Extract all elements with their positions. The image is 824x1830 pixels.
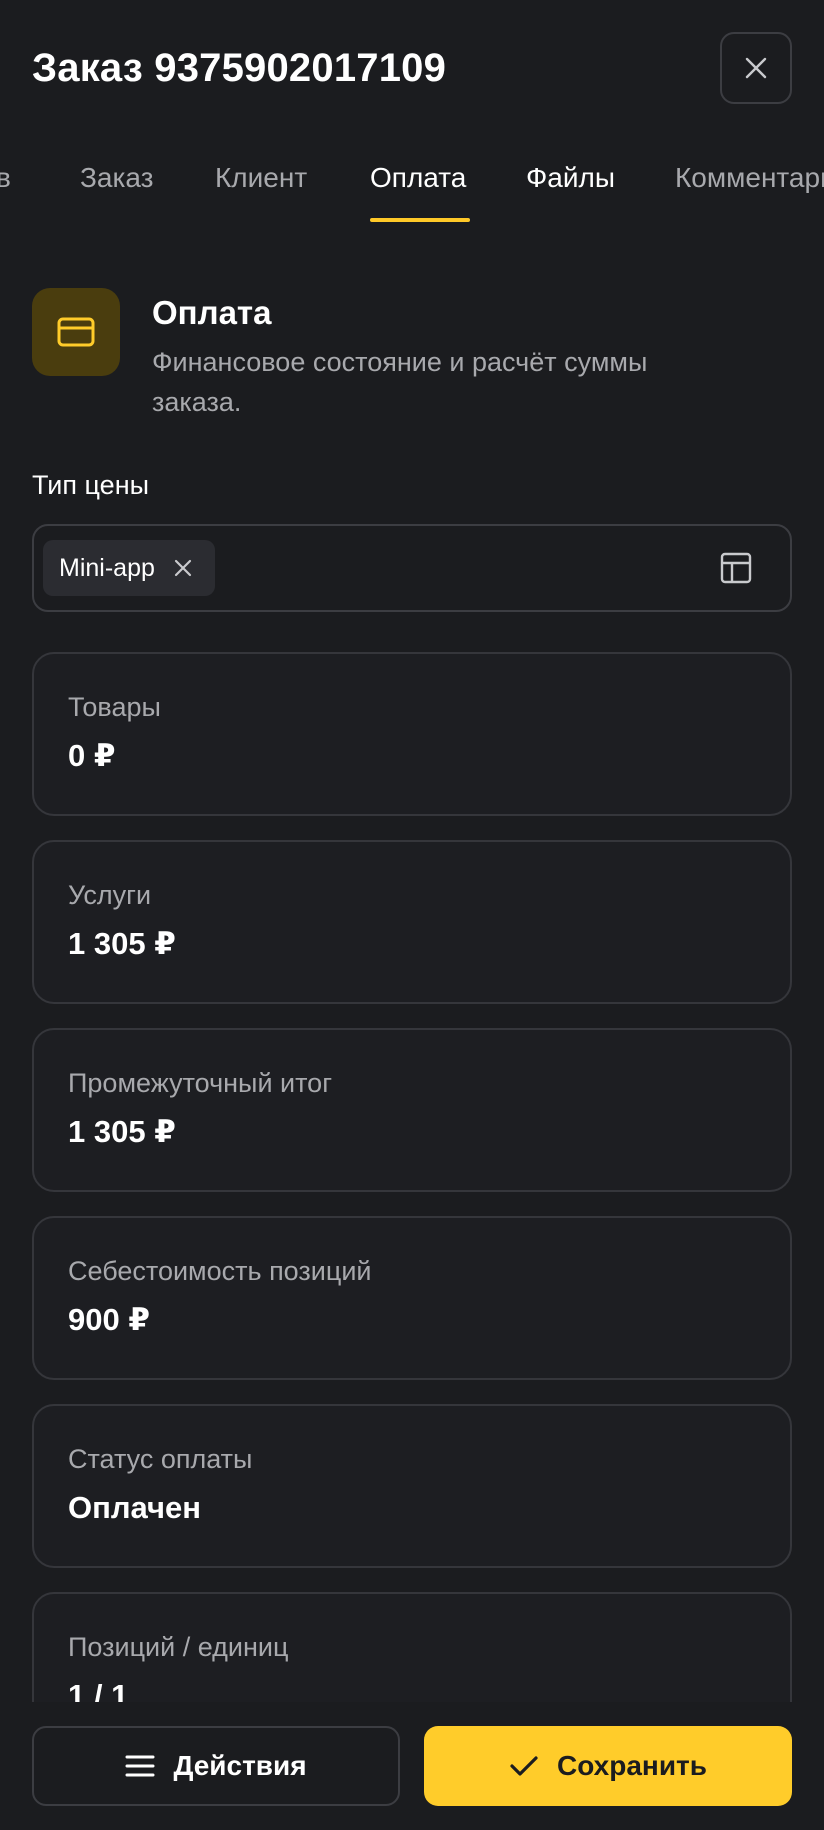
card-value: 1 305 ₽	[68, 1114, 176, 1149]
summary-card-subtotal: Промежуточный итог 1 305 ₽	[32, 1028, 792, 1192]
price-type-select[interactable]: Mini-app	[32, 524, 792, 612]
summary-card-services: Услуги 1 305 ₽	[32, 840, 792, 1004]
tab-partial[interactable]: в	[0, 162, 11, 194]
close-button[interactable]	[720, 32, 792, 104]
section-text: Оплата Финансовое состояние и расчёт сум…	[152, 288, 712, 422]
price-type-label: Тип цены	[32, 470, 150, 500]
card-label: Услуги	[68, 880, 152, 910]
price-type-chip: Mini-app	[43, 540, 215, 596]
actions-menu-button[interactable]: Действия	[32, 1726, 400, 1806]
active-tab-indicator	[370, 218, 470, 222]
credit-card-icon	[57, 317, 95, 347]
check-icon	[510, 1756, 538, 1776]
summary-card-cost: Себестоимость позиций 900 ₽	[32, 1216, 792, 1380]
section-icon-badge	[32, 288, 120, 376]
tab-bar: в Заказ Клиент Оплата Файлы Комментарии	[0, 150, 824, 226]
save-button[interactable]: Сохранить	[424, 1726, 792, 1806]
actions-menu-label: Действия	[173, 1750, 307, 1781]
card-label: Промежуточный итог	[68, 1068, 333, 1098]
section-title: Оплата	[152, 294, 272, 331]
summary-card-goods: Товары 0 ₽	[32, 652, 792, 816]
tab-files[interactable]: Файлы	[526, 162, 615, 194]
header: Заказ 9375902017109	[32, 32, 792, 104]
chip-remove-icon[interactable]	[173, 558, 193, 578]
select-picker-button[interactable]	[708, 540, 764, 596]
card-label: Товары	[68, 692, 161, 722]
tab-client[interactable]: Клиент	[215, 162, 307, 194]
summary-card-payment-status: Статус оплаты Оплачен	[32, 1404, 792, 1568]
card-label: Себестоимость позиций	[68, 1256, 372, 1286]
tab-payment[interactable]: Оплата	[370, 162, 466, 194]
card-label: Статус оплаты	[68, 1444, 253, 1474]
tab-order[interactable]: Заказ	[80, 162, 153, 194]
menu-icon	[125, 1755, 155, 1777]
tab-comments[interactable]: Комментарии	[675, 162, 824, 194]
close-icon	[745, 57, 767, 79]
card-value: 900 ₽	[68, 1302, 150, 1337]
price-type-chip-label: Mini-app	[59, 553, 155, 582]
bottom-action-bar: Действия Сохранить	[0, 1702, 824, 1830]
card-value: 1 305 ₽	[68, 926, 176, 961]
card-value: Оплачен	[68, 1490, 201, 1525]
section-header: Оплата Финансовое состояние и расчёт сум…	[32, 288, 792, 422]
card-label: Позиций / единиц	[68, 1632, 289, 1662]
section-description: Финансовое состояние и расчёт суммы зака…	[152, 347, 648, 417]
card-value: 0 ₽	[68, 738, 116, 773]
page-title: Заказ 9375902017109	[32, 45, 447, 90]
order-payment-screen: Заказ 9375902017109 в Заказ Клиент Оплат…	[0, 0, 824, 1830]
layout-icon	[720, 552, 752, 584]
save-button-label: Сохранить	[557, 1750, 707, 1781]
